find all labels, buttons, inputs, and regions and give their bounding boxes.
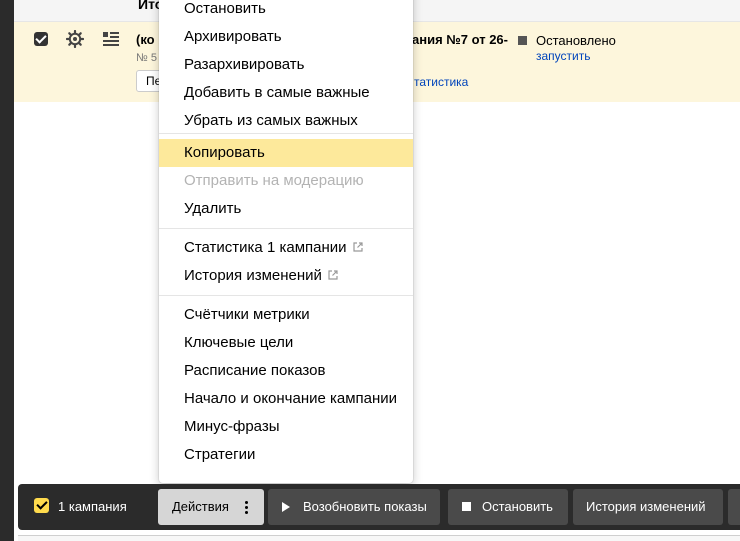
play-icon <box>282 502 290 512</box>
menu-item-label: Ключевые цели <box>184 334 294 351</box>
gear-icon[interactable] <box>66 30 84 48</box>
menu-item-label: Статистика 1 кампании <box>184 239 347 256</box>
menu-item-start-end-dates[interactable]: Начало и окончание кампании <box>159 385 413 413</box>
menu-item-label: Удалить <box>184 200 242 217</box>
external-link-icon <box>352 242 363 252</box>
actions-button-label: Действия <box>172 499 229 514</box>
bulk-actions-bar: 1 кампания Действия Возобновить показы О… <box>18 484 740 530</box>
menu-item-label: Убрать из самых важных <box>184 112 358 129</box>
start-campaign-link[interactable]: запустить <box>536 49 591 63</box>
actions-button[interactable]: Действия <box>158 489 264 525</box>
page-bottom-edge <box>18 535 740 541</box>
campaign-title-continued[interactable]: ания №7 от 26- <box>412 32 508 47</box>
actions-dropdown-menu: Остановить Архивировать Разархивировать … <box>159 0 413 483</box>
resume-button-label: Возобновить показы <box>303 499 427 514</box>
menu-item-label: Копировать <box>184 144 265 161</box>
menu-item-archive[interactable]: Архивировать <box>159 23 413 51</box>
menu-item-label: Расписание показов <box>184 362 326 379</box>
menu-item-negative-keywords[interactable]: Минус-фразы <box>159 413 413 441</box>
menu-item-key-goals[interactable]: Ключевые цели <box>159 329 413 357</box>
menu-item-label: Добавить в самые важные <box>184 84 370 101</box>
menu-item-send-moderation: Отправить на модерацию <box>159 167 413 195</box>
campaign-stats-link[interactable]: татистика <box>414 75 468 89</box>
stop-button[interactable]: Остановить <box>448 489 568 525</box>
stop-icon <box>462 502 471 511</box>
menu-item-stop[interactable]: Остановить <box>159 0 413 23</box>
menu-item-change-history[interactable]: История изменений <box>159 262 413 290</box>
resume-button[interactable]: Возобновить показы <box>268 489 440 525</box>
row-checkbox[interactable] <box>34 32 48 46</box>
menu-item-label: Архивировать <box>184 28 282 45</box>
menu-item-copy[interactable]: Копировать <box>159 139 413 167</box>
history-button-label: История изменений <box>586 499 706 514</box>
menu-item-label: Разархивировать <box>184 56 305 73</box>
campaign-name[interactable]: (ко <box>136 32 155 47</box>
stop-button-label: Остановить <box>482 499 553 514</box>
campaign-status: Остановлено <box>536 33 616 48</box>
menu-item-label: Стратегии <box>184 446 256 463</box>
menu-item-strategies[interactable]: Стратегии <box>159 441 413 469</box>
select-all-checkbox[interactable] <box>34 498 49 513</box>
menu-item-label: Отправить на модерацию <box>184 172 364 189</box>
menu-item-campaign-stats[interactable]: Статистика 1 кампании <box>159 234 413 262</box>
more-actions-button[interactable] <box>728 489 740 525</box>
list-icon[interactable] <box>103 32 119 46</box>
menu-item-label: Начало и окончание кампании <box>184 390 398 407</box>
campaign-number: № 5 <box>136 52 157 64</box>
menu-item-label: Счётчики метрики <box>184 306 310 323</box>
history-button[interactable]: История изменений <box>573 489 723 525</box>
menu-item-add-important[interactable]: Добавить в самые важные <box>159 79 413 107</box>
status-stopped-icon <box>518 36 527 45</box>
menu-divider <box>159 228 413 229</box>
more-dots-icon <box>245 501 249 515</box>
menu-item-label: История изменений <box>184 267 322 284</box>
selected-count: 1 кампания <box>58 499 127 514</box>
external-link-icon <box>328 270 338 280</box>
menu-item-delete[interactable]: Удалить <box>159 195 413 223</box>
menu-item-label: Остановить <box>184 0 266 17</box>
menu-item-remove-important[interactable]: Убрать из самых важных <box>159 107 413 135</box>
menu-divider <box>159 133 413 134</box>
menu-item-label: Минус-фразы <box>184 418 280 435</box>
menu-item-unarchive[interactable]: Разархивировать <box>159 51 413 79</box>
left-dark-strip <box>0 0 14 541</box>
menu-divider <box>159 295 413 296</box>
menu-item-schedule[interactable]: Расписание показов <box>159 357 413 385</box>
menu-item-metrika-counters[interactable]: Счётчики метрики <box>159 301 413 329</box>
